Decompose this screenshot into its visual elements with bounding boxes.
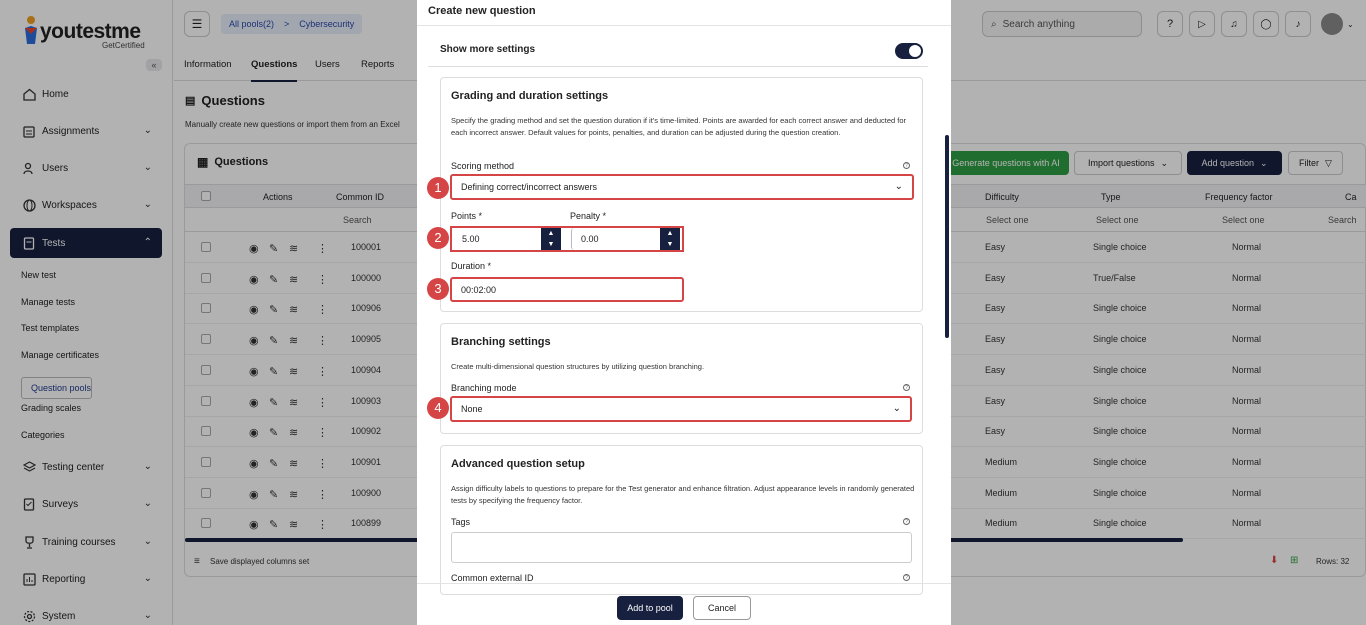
cancel-button[interactable]: Cancel — [693, 596, 751, 620]
external-id-label: Common external ID — [451, 573, 534, 583]
scoring-method-label: Scoring method — [451, 161, 515, 171]
scoring-method-value: Defining correct/incorrect answers — [461, 182, 598, 192]
points-value: 5.00 — [462, 234, 480, 244]
help-icon[interactable]: ? — [903, 384, 910, 391]
branching-title: Branching settings — [451, 336, 551, 348]
duration-label: Duration * — [451, 261, 492, 271]
modal-body: Show more settings Grading and duration … — [417, 26, 951, 595]
advanced-card: Advanced question setup Assign difficult… — [440, 445, 923, 595]
branching-mode-value: None — [461, 404, 483, 414]
help-icon[interactable]: ? — [903, 574, 910, 581]
help-icon[interactable]: ? — [903, 518, 910, 525]
duration-input[interactable]: 00:02:00 — [450, 277, 684, 302]
chevron-up-icon: ▲ — [547, 230, 555, 237]
penalty-input[interactable]: 0.00 — [571, 228, 660, 250]
chevron-down-icon: ▼ — [547, 241, 555, 248]
modal-scrollbar[interactable] — [945, 135, 949, 338]
grading-description: Specify the grading method and set the q… — [451, 116, 907, 137]
modal-title: Create new question — [417, 0, 951, 26]
scoring-method-select[interactable]: Defining correct/incorrect answers ⌄ — [450, 174, 914, 200]
penalty-label: Penalty * — [570, 211, 607, 221]
marker-2: 2 — [427, 227, 449, 249]
grading-card: Grading and duration settings Specify th… — [440, 77, 923, 312]
branching-mode-label: Branching mode — [451, 383, 517, 393]
points-label: Points * — [451, 211, 483, 221]
branching-description: Create multi-dimensional question struct… — [451, 362, 705, 371]
grading-title: Grading and duration settings — [451, 90, 609, 102]
branching-mode-select[interactable]: None ⌄ — [450, 396, 912, 422]
penalty-stepper[interactable]: ▲ ▼ — [660, 228, 680, 250]
chevron-down-icon: ▼ — [666, 241, 674, 248]
advanced-description: Assign difficulty labels to questions to… — [451, 484, 915, 505]
points-stepper[interactable]: ▲ ▼ — [541, 228, 561, 250]
chevron-down-icon: ⌄ — [892, 403, 901, 414]
branching-card: Branching settings Create multi-dimensio… — [440, 323, 923, 434]
add-to-pool-button[interactable]: Add to pool — [617, 596, 683, 620]
penalty-value: 0.00 — [581, 234, 599, 244]
chevron-up-icon: ▲ — [666, 230, 674, 237]
points-input[interactable]: 5.00 — [453, 228, 542, 250]
tags-input[interactable] — [451, 532, 912, 563]
marker-3: 3 — [427, 278, 449, 300]
points-penalty-highlight: 5.00 ▲ ▼ 0.00 ▲ ▼ — [450, 226, 684, 252]
advanced-title: Advanced question setup — [451, 458, 585, 470]
marker-4: 4 — [427, 397, 449, 419]
chevron-down-icon: ⌄ — [894, 181, 903, 192]
tags-label: Tags — [451, 517, 471, 527]
duration-value: 00:02:00 — [461, 284, 497, 295]
show-more-label: Show more settings — [440, 44, 536, 55]
help-icon[interactable]: ? — [903, 162, 910, 169]
marker-1: 1 — [427, 177, 449, 199]
modal-footer: Add to pool Cancel — [417, 583, 951, 625]
create-question-modal: Create new question Show more settings G… — [417, 0, 951, 625]
show-more-row: Show more settings — [428, 38, 928, 67]
show-more-toggle[interactable] — [895, 43, 923, 59]
